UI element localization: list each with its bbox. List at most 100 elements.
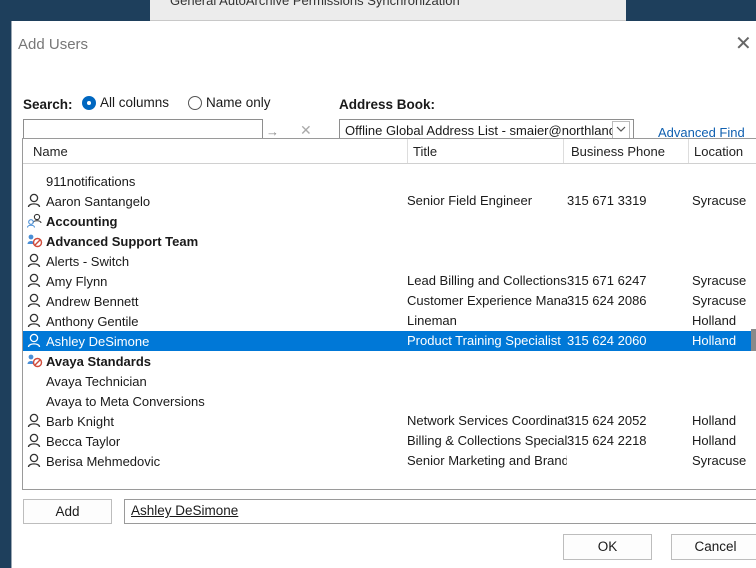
row-location: Holland <box>692 333 737 348</box>
row-phone: 315 671 3319 <box>567 193 647 208</box>
row-phone: 315 624 2052 <box>567 413 647 428</box>
row-title: Billing & Collections Specialist <box>407 433 567 448</box>
table-row[interactable]: Andrew Bennett Customer Experience Manage… <box>23 291 756 311</box>
address-book-value: Offline Global Address List - smaier@nor… <box>345 123 613 138</box>
row-name: Accounting <box>46 213 118 229</box>
address-list-table[interactable]: Name Title Business Phone Location 911no… <box>22 138 756 490</box>
row-location: Holland <box>692 433 737 448</box>
table-row[interactable]: Alerts - Switch <box>23 251 756 271</box>
table-row[interactable]: Advanced Support Team <box>23 231 756 251</box>
ok-button[interactable]: OK <box>563 534 652 560</box>
table-row[interactable]: Barb Knight Network Services Coordinator 3… <box>23 411 756 431</box>
row-name-cell: Avaya Standards <box>27 353 402 369</box>
table-header: Name Title Business Phone Location <box>23 139 756 164</box>
row-name: Avaya Standards <box>46 353 152 369</box>
row-name: Alerts - Switch <box>46 253 130 269</box>
row-name: Berisa Mehmedovic <box>46 453 161 469</box>
contact-group-icon <box>27 213 43 229</box>
row-name-cell: Avaya Technician <box>27 373 402 389</box>
selected-user-name: Ashley DeSimone <box>131 503 239 518</box>
row-phone: 315 624 2060 <box>567 333 647 348</box>
user-icon <box>27 433 43 449</box>
row-name: Becca Taylor <box>46 433 121 449</box>
radio-all-columns[interactable]: All columns <box>82 95 169 110</box>
radio-name-only[interactable]: Name only <box>188 95 271 110</box>
table-row[interactable]: Accounting <box>23 211 756 231</box>
radio-selected-icon <box>82 95 96 110</box>
user-icon <box>27 333 43 349</box>
row-name-cell: Becca Taylor <box>27 433 402 449</box>
row-location: Syracuse <box>692 453 747 468</box>
row-location: Syracuse <box>692 273 747 288</box>
add-users-dialog: Add Users ✕ Search: All columns Name onl… <box>11 21 756 568</box>
row-title: Network Services Coordinator <box>407 413 567 428</box>
row-name-cell: Advanced Support Team <box>27 233 402 249</box>
row-phone: 315 624 2218 <box>567 433 647 448</box>
row-name: Avaya to Meta Conversions <box>46 393 205 409</box>
table-row[interactable]: Anthony Gentile Lineman Holland <box>23 311 756 331</box>
table-row[interactable]: Avaya Technician <box>23 371 756 391</box>
vertical-scroll-thumb[interactable] <box>751 329 756 351</box>
row-name-cell: Alerts - Switch <box>27 253 402 269</box>
table-row[interactable]: Amy Flynn Lead Billing and Collections 315… <box>23 271 756 291</box>
radio-name-only-label: Name only <box>206 95 271 110</box>
vertical-scrollbar[interactable] <box>748 329 756 489</box>
table-row[interactable]: Avaya Standards <box>23 351 756 371</box>
column-header-location[interactable]: Location <box>694 144 743 159</box>
user-icon <box>27 413 43 429</box>
column-header-title[interactable]: Title <box>413 144 437 159</box>
row-name-cell: Amy Flynn <box>27 273 402 289</box>
go-arrow-icon[interactable]: → <box>266 124 279 139</box>
row-name: Avaya Technician <box>46 373 147 389</box>
row-name-cell: Andrew Bennett <box>27 293 402 309</box>
column-header-name[interactable]: Name <box>33 144 68 159</box>
cancel-button[interactable]: Cancel <box>671 534 756 560</box>
row-name-cell: Avaya to Meta Conversions <box>27 393 402 409</box>
table-row[interactable]: Becca Taylor Billing & Collections Specia… <box>23 431 756 451</box>
column-divider[interactable] <box>407 139 408 163</box>
row-name: Anthony Gentile <box>46 313 139 329</box>
row-phone: 315 624 2086 <box>567 293 647 308</box>
user-icon <box>27 293 43 309</box>
row-title: Lineman <box>407 313 457 328</box>
row-name-cell: Ashley DeSimone <box>27 333 402 349</box>
selected-users-field[interactable]: Ashley DeSimone <box>124 499 756 524</box>
column-divider[interactable] <box>688 139 689 163</box>
table-row[interactable]: Berisa Mehmedovic Senior Marketing and Br… <box>23 451 756 471</box>
row-title: Senior Field Engineer <box>407 193 533 208</box>
row-name: Advanced Support Team <box>46 233 199 249</box>
address-book-label: Address Book: <box>339 97 436 112</box>
clear-search-icon[interactable]: ✕ <box>300 122 312 139</box>
column-divider[interactable] <box>563 139 564 163</box>
blank-icon <box>27 393 43 409</box>
row-title: Product Training Specialist <box>407 333 561 348</box>
blank-icon <box>27 373 43 389</box>
row-location: Syracuse <box>692 193 747 208</box>
row-name: Ashley DeSimone <box>46 333 150 349</box>
dialog-title: Add Users <box>18 36 89 53</box>
row-name-cell: Barb Knight <box>27 413 402 429</box>
user-icon <box>27 193 43 209</box>
row-name: Aaron Santangelo <box>46 193 151 209</box>
table-row[interactable]: Aaron Santangelo Senior Field Engineer 315… <box>23 191 756 211</box>
row-title: Senior Marketing and Brand <box>407 453 567 468</box>
row-name-cell: Berisa Mehmedovic <box>27 453 402 469</box>
column-header-phone[interactable]: Business Phone <box>571 144 665 159</box>
row-name: Andrew Bennett <box>46 293 139 309</box>
distribution-list-icon <box>27 353 43 369</box>
table-rows: 911notifications Aaron Santangelo Senior F… <box>23 171 756 471</box>
table-row[interactable]: 911notifications <box>23 171 756 191</box>
row-phone: 315 671 6247 <box>567 273 647 288</box>
add-button[interactable]: Add <box>23 499 112 524</box>
table-row[interactable]: Avaya to Meta Conversions <box>23 391 756 411</box>
row-location: Syracuse <box>692 293 747 308</box>
radio-unselected-icon <box>188 95 202 110</box>
row-location: Holland <box>692 413 737 428</box>
radio-all-columns-label: All columns <box>100 95 170 110</box>
close-icon[interactable]: ✕ <box>735 33 756 55</box>
user-icon <box>27 273 43 289</box>
user-icon <box>27 313 43 329</box>
table-row[interactable]: Ashley DeSimone Product Training Speciali… <box>23 331 756 351</box>
row-name: Barb Knight <box>46 413 114 429</box>
distribution-list-icon <box>27 233 43 249</box>
